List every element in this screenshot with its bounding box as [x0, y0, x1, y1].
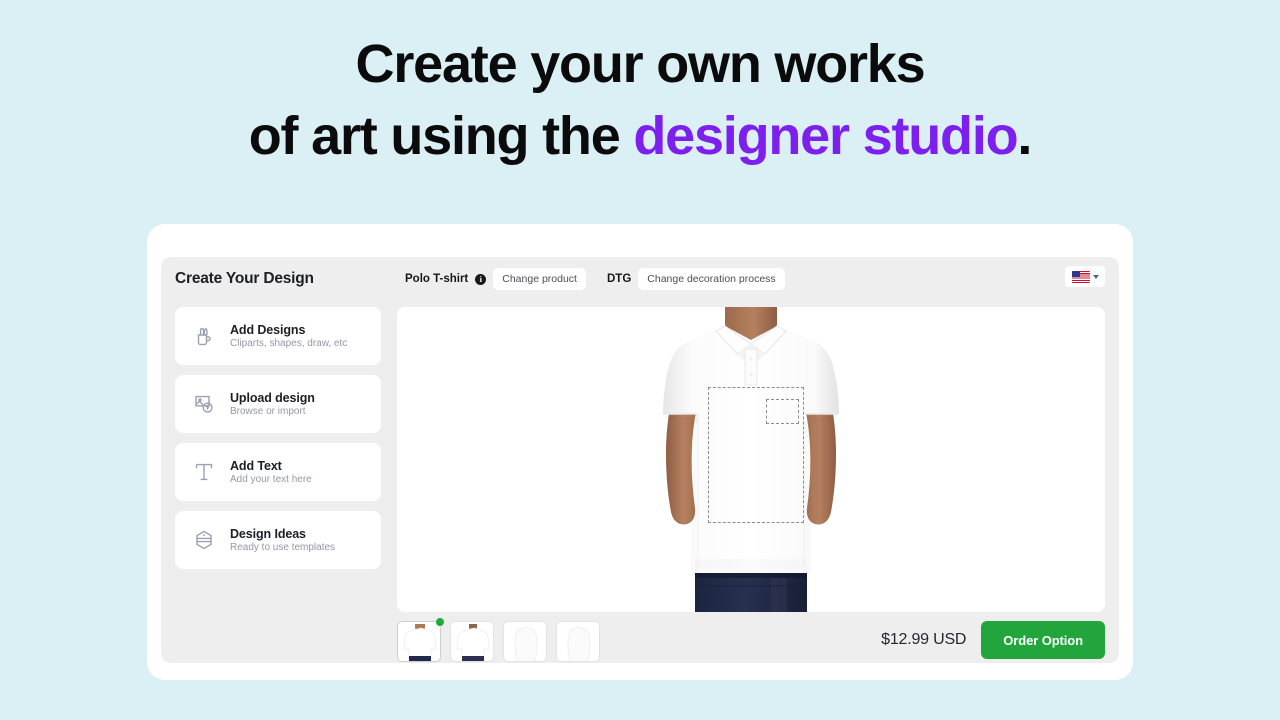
- sidebar-item-upload-design[interactable]: Upload design Browse or import: [175, 375, 381, 433]
- view-thumbnails: Front Back: [397, 617, 600, 663]
- designer-app-panel: Create Your Design Polo T-shirt i Change…: [161, 257, 1119, 663]
- thumb-image-right: [556, 621, 600, 662]
- order-zone: $12.99 USD Order Option: [881, 621, 1105, 659]
- panel-title: Create Your Design: [175, 270, 314, 287]
- sidebar-item-subtitle: Ready to use templates: [230, 542, 336, 553]
- view-thumb-right[interactable]: Right: [556, 621, 600, 663]
- design-canvas[interactable]: [397, 307, 1105, 612]
- sidebar-item-title: Design Ideas: [230, 527, 306, 541]
- app-bottombar: Front Back: [397, 617, 1105, 663]
- thumb-image-back: [450, 621, 494, 662]
- thumb-image-front: [397, 621, 441, 662]
- designer-studio-card: Create Your Design Polo T-shirt i Change…: [147, 224, 1133, 680]
- template-badge-icon: [191, 527, 217, 553]
- chevron-down-icon: [1092, 274, 1099, 279]
- text-t-icon: [191, 459, 217, 485]
- info-icon[interactable]: i: [475, 273, 487, 285]
- view-thumb-left[interactable]: Left: [503, 621, 547, 663]
- order-option-button[interactable]: Order Option: [981, 621, 1105, 659]
- sidebar-item-subtitle: Browse or import: [230, 406, 306, 417]
- sidebar-item-title: Add Designs: [230, 323, 306, 337]
- sidebar-item-subtitle: Cliparts, shapes, draw, etc: [230, 338, 348, 349]
- app-topbar: Create Your Design Polo T-shirt i Change…: [161, 257, 1119, 301]
- language-picker[interactable]: [1065, 266, 1105, 287]
- headline-prefix: of art using the: [248, 106, 634, 166]
- product-name: Polo T-shirt: [405, 273, 469, 285]
- headline-accent: designer studio: [633, 106, 1018, 166]
- sidebar-item-design-ideas[interactable]: Design Ideas Ready to use templates: [175, 511, 381, 569]
- tools-sidebar: Add Designs Cliparts, shapes, draw, etc …: [175, 307, 381, 579]
- us-flag-icon: [1071, 270, 1090, 283]
- product-price: $12.99 USD: [881, 631, 967, 648]
- sidebar-item-add-designs[interactable]: Add Designs Cliparts, shapes, draw, etc: [175, 307, 381, 365]
- product-meta-group: Polo T-shirt i Change product DTG Change…: [405, 268, 785, 290]
- headline-line-1: Create your own works: [355, 34, 926, 94]
- sidebar-item-subtitle: Add your text here: [230, 474, 312, 485]
- product-stage: [621, 307, 881, 612]
- sidebar-item-title: Add Text: [230, 459, 282, 473]
- active-view-badge: [435, 617, 445, 627]
- image-upload-icon: [191, 391, 217, 417]
- sidebar-item-add-text[interactable]: Add Text Add your text here: [175, 443, 381, 501]
- decoration-process-label: DTG: [606, 273, 632, 285]
- pencil-cup-icon: [191, 323, 217, 349]
- headline-line-2: of art using the designer studio.: [0, 100, 1280, 172]
- sidebar-item-title: Upload design: [230, 391, 315, 405]
- change-decoration-process-button[interactable]: Change decoration process: [638, 268, 785, 290]
- thumb-image-left: [503, 621, 547, 662]
- change-product-button[interactable]: Change product: [493, 268, 586, 290]
- view-thumb-back[interactable]: Back: [450, 621, 494, 663]
- headline-suffix: .: [1017, 106, 1032, 166]
- view-thumb-front[interactable]: Front: [397, 617, 445, 663]
- page-headline: Create your own works of art using the d…: [0, 0, 1280, 172]
- pocket-print-area[interactable]: [766, 399, 799, 424]
